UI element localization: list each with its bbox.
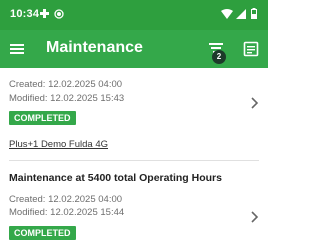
modified-text: Modified: 12.02.2025 15:43 (9, 93, 125, 104)
record-status-icon (54, 9, 64, 19)
notes-icon[interactable] (241, 39, 261, 59)
app-bar: Maintenance (0, 30, 268, 68)
status-badge: COMPLETED (9, 111, 76, 125)
filter-count-badge: 2 (212, 50, 226, 64)
menu-icon[interactable] (7, 39, 27, 59)
battery-icon (251, 8, 257, 19)
modified-text: Modified: 12.02.2025 15:44 (9, 207, 125, 218)
status-time: 10:34 (10, 8, 40, 20)
page-title: Maintenance (46, 39, 143, 56)
created-text: Created: 12.02.2025 04:00 (9, 194, 123, 205)
divider (9, 160, 259, 161)
chevron-right-icon[interactable] (249, 210, 259, 224)
maintenance-list: Created: 12.02.2025 04:00 Modified: 12.0… (0, 68, 268, 247)
cross-status-icon (40, 9, 49, 18)
status-badge: COMPLETED (9, 226, 76, 240)
signal-icon (236, 9, 246, 19)
machine-link[interactable]: Plus+1 Demo Fulda 4G (9, 139, 108, 150)
chevron-right-icon[interactable] (249, 96, 259, 110)
status-bar: 10:34 (0, 0, 268, 30)
wifi-icon (221, 9, 233, 19)
item-title: Maintenance at 5400 total Operating Hour… (9, 172, 222, 184)
created-text: Created: 12.02.2025 04:00 (9, 79, 123, 90)
